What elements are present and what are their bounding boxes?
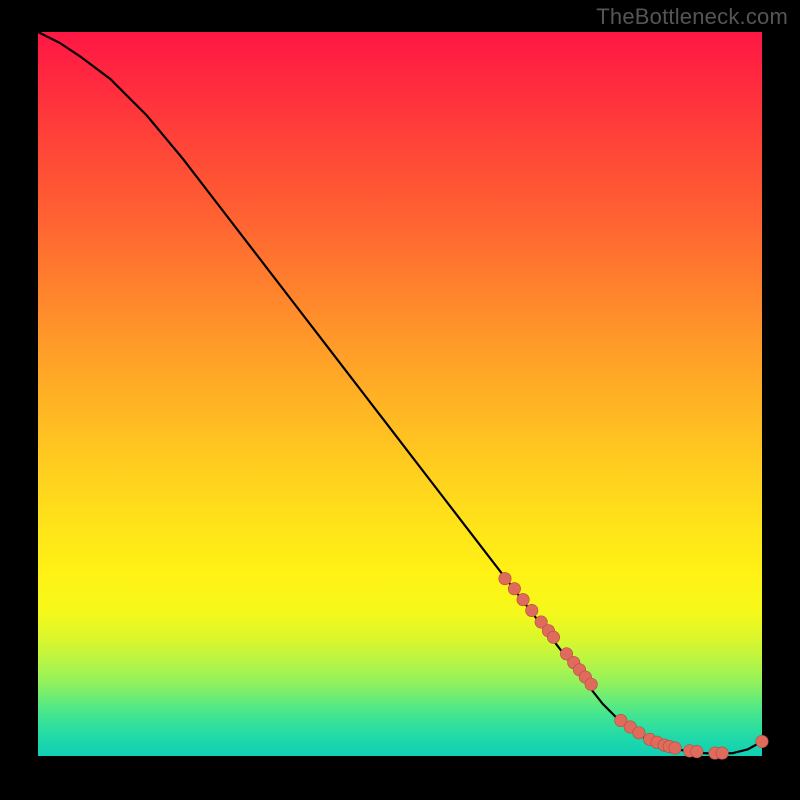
chart-frame: TheBottleneck.com [0,0,800,800]
data-point [585,678,597,690]
data-point [691,745,703,757]
plot-area [38,32,762,756]
data-point [499,572,511,584]
data-point [716,747,728,759]
data-point [756,735,768,747]
chart-svg [38,32,762,756]
data-point [547,631,559,643]
data-point [633,727,645,739]
data-point [517,593,529,605]
bottleneck-curve [38,32,762,754]
data-point [508,583,520,595]
watermark-text: TheBottleneck.com [596,4,788,30]
data-point [669,742,681,754]
data-point [526,604,538,616]
